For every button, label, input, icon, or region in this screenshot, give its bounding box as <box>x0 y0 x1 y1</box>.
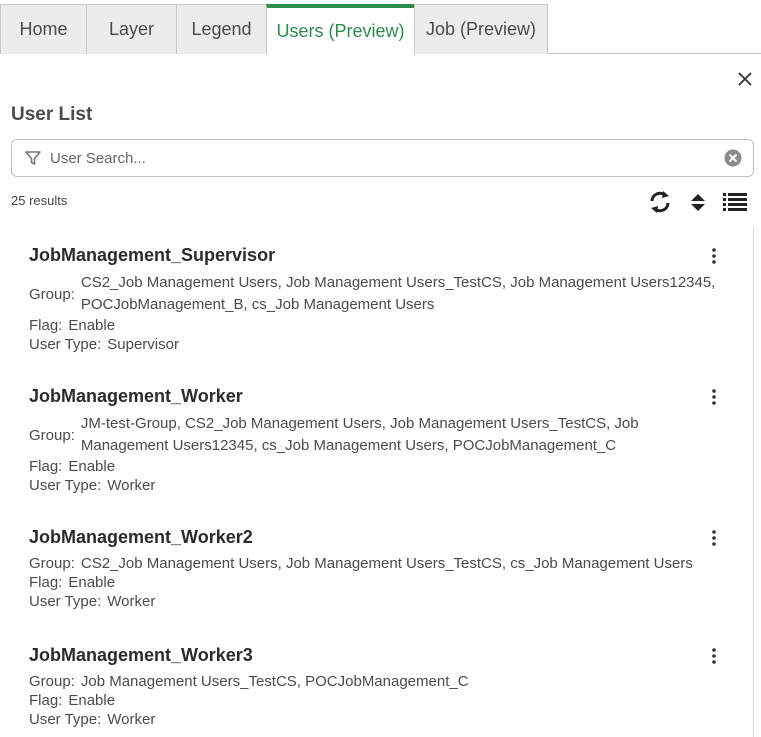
flag-label: Flag: <box>29 458 63 475</box>
user-flag-row: Flag: Enable <box>29 457 729 476</box>
flag-value: Enable <box>68 317 116 334</box>
user-type-label: User Type: <box>29 711 102 728</box>
user-group-row: Group: JM-test-Group, CS2_Job Management… <box>29 413 729 457</box>
more-options-button[interactable] <box>704 527 724 549</box>
group-value: JM-test-Group, CS2_Job Management Users,… <box>80 415 639 454</box>
more-vertical-icon <box>712 530 716 546</box>
close-icon <box>738 72 752 86</box>
tab-layer[interactable]: Layer <box>86 4 177 54</box>
close-button[interactable] <box>732 66 758 92</box>
group-value: CS2_Job Management Users, Job Management… <box>80 555 693 572</box>
tab-users-preview[interactable]: Users (Preview) <box>266 4 415 55</box>
user-search <box>11 139 754 177</box>
user-name: JobManagement_Worker3 <box>29 645 253 665</box>
group-label: Group: <box>29 555 75 572</box>
flag-value: Enable <box>68 574 116 591</box>
refresh-button[interactable] <box>645 186 675 218</box>
flag-label: Flag: <box>29 317 63 334</box>
more-options-button[interactable] <box>704 386 724 408</box>
sort-icon <box>691 194 705 211</box>
list-item[interactable]: JobManagement_Worker2 Group: CS2_Job Man… <box>29 527 729 611</box>
filter-icon <box>25 151 41 165</box>
more-vertical-icon <box>712 248 716 264</box>
results-count: 25 results <box>11 193 68 208</box>
user-type-label: User Type: <box>29 477 102 494</box>
more-vertical-icon <box>712 648 716 664</box>
tab-bar: Home Layer Legend Users (Preview) Job (P… <box>0 0 761 55</box>
group-label: Group: <box>29 426 75 444</box>
sort-button[interactable] <box>683 186 713 218</box>
tab-job-preview[interactable]: Job (Preview) <box>414 4 548 54</box>
user-type-row: User Type: Worker <box>29 476 729 495</box>
user-flag-row: Flag: Enable <box>29 573 729 592</box>
user-type-label: User Type: <box>29 336 102 353</box>
list-view-button[interactable] <box>720 186 750 218</box>
flag-label: Flag: <box>29 692 63 709</box>
tab-home[interactable]: Home <box>0 4 87 54</box>
search-input[interactable] <box>44 143 723 173</box>
list-item[interactable]: JobManagement_Worker3 Group: Job Managem… <box>29 645 729 729</box>
more-vertical-icon <box>712 389 716 405</box>
user-type-row: User Type: Supervisor <box>29 335 729 354</box>
user-name: JobManagement_Worker2 <box>29 527 253 547</box>
group-value: CS2_Job Management Users, Job Management… <box>80 274 716 313</box>
page-title: User List <box>11 104 93 125</box>
user-group-row: Group: Job Management Users_TestCS, POCJ… <box>29 672 729 691</box>
tab-legend[interactable]: Legend <box>176 4 267 54</box>
list-icon <box>723 193 747 211</box>
user-group-row: Group: CS2_Job Management Users, Job Man… <box>29 554 729 573</box>
user-flag-row: Flag: Enable <box>29 316 729 335</box>
user-flag-row: Flag: Enable <box>29 691 729 710</box>
user-list: JobManagement_Supervisor Group: CS2_Job … <box>0 228 754 737</box>
group-label: Group: <box>29 673 75 690</box>
user-name: JobManagement_Worker <box>29 386 243 406</box>
user-type-row: User Type: Worker <box>29 710 729 729</box>
user-type-value: Supervisor <box>107 336 179 353</box>
user-group-row: Group: CS2_Job Management Users, Job Man… <box>29 272 729 316</box>
user-type-value: Worker <box>107 711 156 728</box>
clear-search-icon[interactable] <box>723 148 743 168</box>
user-type-row: User Type: Worker <box>29 592 729 611</box>
more-options-button[interactable] <box>704 245 724 267</box>
more-options-button[interactable] <box>704 645 724 667</box>
list-item[interactable]: JobManagement_Worker Group: JM-test-Grou… <box>29 386 729 495</box>
flag-value: Enable <box>68 458 116 475</box>
user-type-value: Worker <box>107 593 156 610</box>
refresh-icon <box>650 191 670 213</box>
list-item[interactable]: JobManagement_Supervisor Group: CS2_Job … <box>29 245 729 354</box>
user-type-value: Worker <box>107 477 156 494</box>
user-name: JobManagement_Supervisor <box>29 245 276 265</box>
user-panel: Home Layer Legend Users (Preview) Job (P… <box>0 0 761 737</box>
user-type-label: User Type: <box>29 593 102 610</box>
group-value: Job Management Users_TestCS, POCJobManag… <box>80 673 469 690</box>
flag-label: Flag: <box>29 574 63 591</box>
group-label: Group: <box>29 285 75 303</box>
flag-value: Enable <box>68 692 116 709</box>
